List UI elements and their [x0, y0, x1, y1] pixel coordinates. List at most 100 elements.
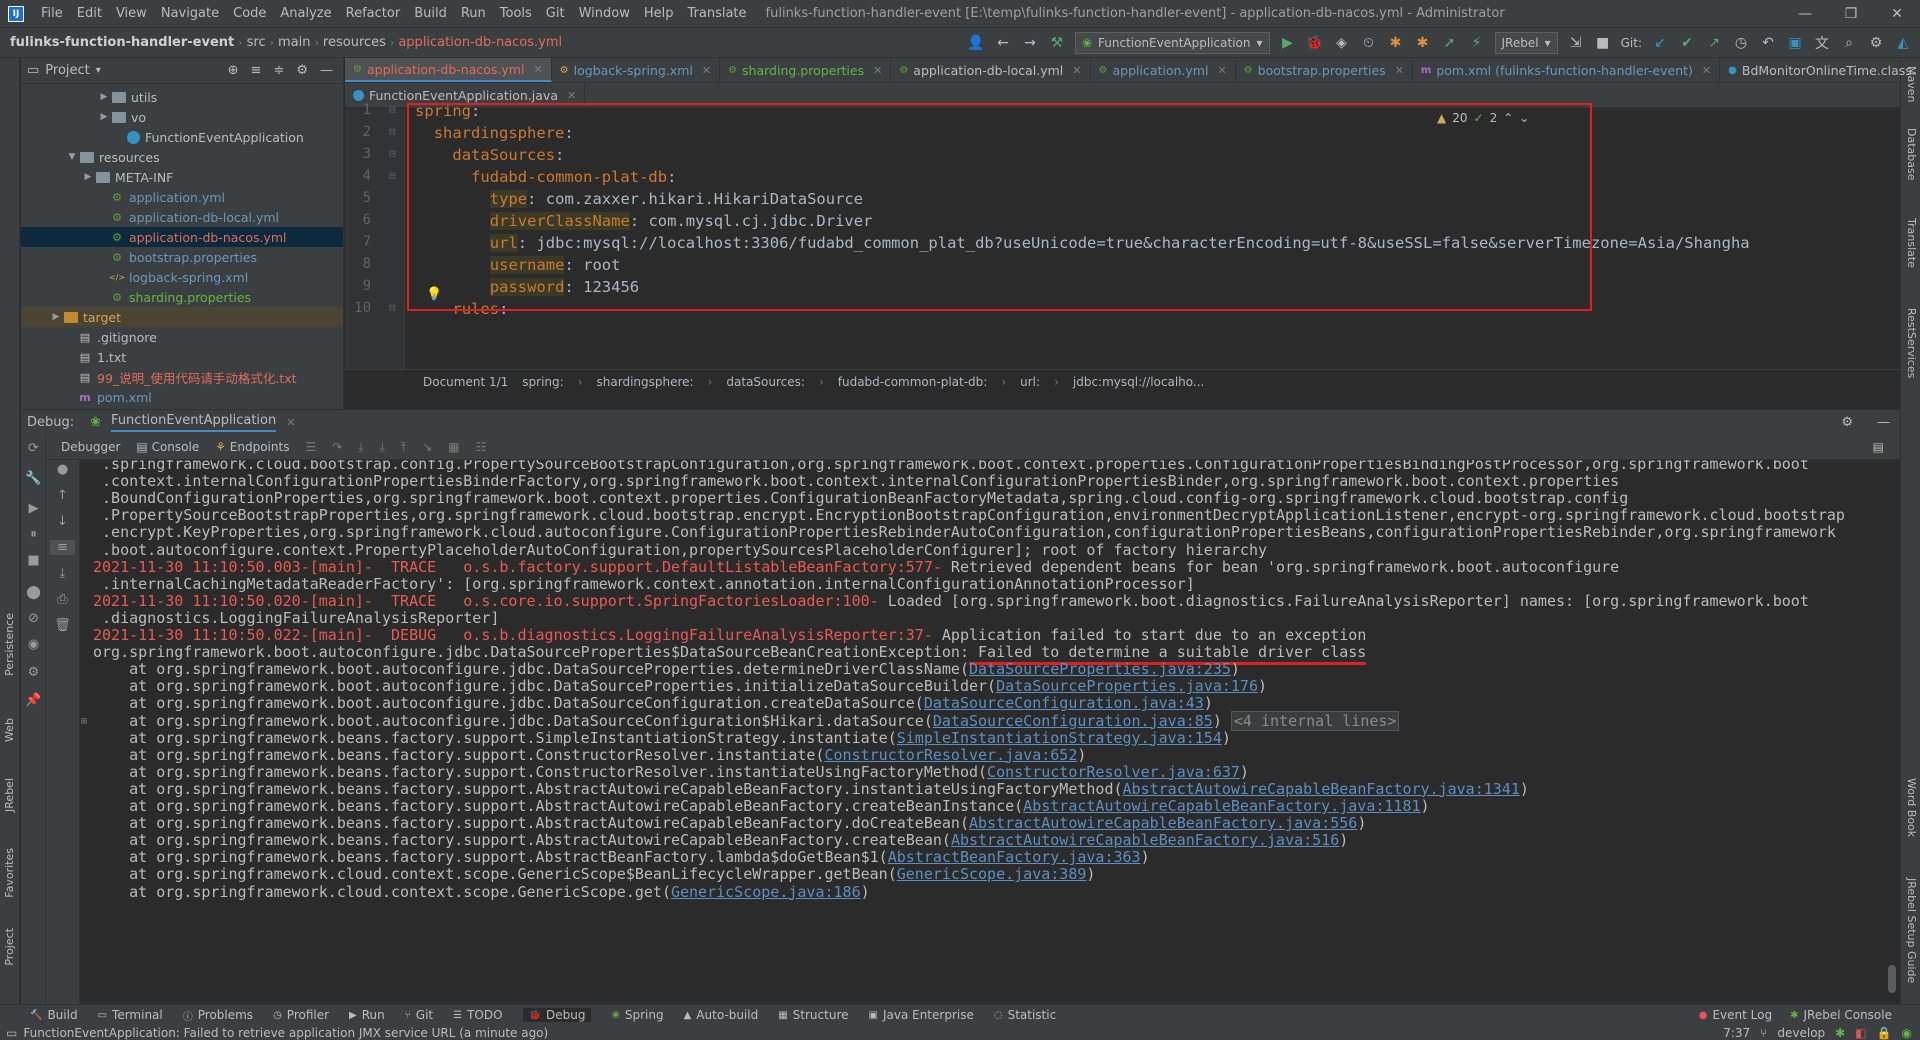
side-tab-project[interactable]: Project: [3, 928, 16, 966]
gear-icon[interactable]: ⚙: [21, 665, 46, 680]
rerun-icon[interactable]: ⟳: [21, 441, 46, 456]
stop-icon[interactable]: ■: [21, 553, 46, 568]
close-icon[interactable]: ✕: [702, 64, 711, 77]
stacktrace-link[interactable]: GenericScope.java:389: [897, 865, 1087, 883]
console-output[interactable]: .springframework.cloud.bootstrap.config.…: [81, 460, 1900, 1004]
menu-refactor[interactable]: Refactor: [339, 0, 408, 28]
tree-item[interactable]: ⚙ application-db-local.yml: [21, 207, 343, 227]
pause-icon[interactable]: ⏸: [21, 527, 46, 542]
force-step-into-icon[interactable]: ⤓: [380, 440, 385, 455]
side-tab-persistence[interactable]: Persistence: [3, 613, 16, 676]
fold-marker-icon[interactable]: ⊟: [389, 169, 396, 182]
editor-breadcrumb-item[interactable]: Document 1/1: [423, 375, 508, 389]
forward-arrow-icon[interactable]: →: [1021, 35, 1039, 51]
fold-marker-icon[interactable]: ⊟: [389, 147, 396, 160]
hide-icon[interactable]: —: [320, 63, 333, 78]
tab-endpoints[interactable]: ⚘ Endpoints: [215, 440, 289, 454]
gear-icon[interactable]: ⚙: [1841, 415, 1853, 430]
menu-build[interactable]: Build: [407, 0, 454, 28]
breakpoint-icon[interactable]: ●: [50, 462, 75, 477]
status-message[interactable]: FunctionEventApplication: Failed to retr…: [23, 1026, 548, 1040]
side-tab-web[interactable]: Web: [3, 718, 16, 742]
editor-tab[interactable]: ●BdMonitorOnlineTime.class✕: [1720, 58, 1920, 82]
chevron-down-icon[interactable]: ⌄: [1519, 111, 1529, 125]
step-out-icon[interactable]: ⤒: [401, 440, 406, 455]
tree-item[interactable]: ⚙ sharding.properties: [21, 287, 343, 307]
scroll-to-end-icon[interactable]: ⤓: [50, 566, 75, 581]
side-tab-jrebel[interactable]: JRebel: [3, 778, 16, 812]
user-icon[interactable]: 👤: [967, 35, 985, 51]
menu-tools[interactable]: Tools: [493, 0, 539, 28]
soft-wrap-icon[interactable]: ≡: [50, 540, 75, 555]
jrebel-select[interactable]: JRebel ▾: [1494, 32, 1558, 54]
inspection-widget[interactable]: ▲ 20 ✓ 2 ⌃ ⌄: [1437, 111, 1529, 125]
step-over-icon[interactable]: ↷: [332, 440, 342, 454]
menu-run[interactable]: Run: [454, 0, 493, 28]
build-hammer-icon[interactable]: ⚒: [1048, 35, 1066, 51]
window-icon[interactable]: ▣: [1786, 35, 1804, 51]
trace-icon[interactable]: ☷: [476, 440, 487, 454]
jrebel-debug-icon[interactable]: ✱: [1414, 35, 1432, 51]
camera-icon[interactable]: ◉: [21, 637, 46, 652]
close-icon[interactable]: ✕: [567, 89, 576, 102]
stacktrace-link[interactable]: GenericScope.java:186: [671, 883, 861, 901]
tool-window-problems[interactable]: ⓘ Problems: [183, 1008, 253, 1023]
locate-icon[interactable]: ⊕: [228, 63, 239, 78]
menu-icon[interactable]: ☰: [305, 440, 316, 454]
fold-marker-icon[interactable]: ⊟: [389, 125, 396, 138]
tool-window-auto-build[interactable]: ▲ Auto-build: [684, 1008, 759, 1022]
restore-button[interactable]: ❐: [1828, 0, 1874, 28]
editor-breadcrumb-item[interactable]: url:: [1020, 375, 1040, 389]
close-icon[interactable]: ✕: [1395, 64, 1404, 77]
tool-window-run[interactable]: ▶ Run: [349, 1008, 385, 1022]
minimize-button[interactable]: —: [1782, 0, 1828, 28]
side-tab-jrebel-setup-guide[interactable]: JRebel Setup Guide: [1905, 878, 1918, 983]
history-icon[interactable]: ◷: [1732, 35, 1750, 51]
tool-window-build[interactable]: 🔨 Build: [30, 1008, 78, 1022]
up-arrow-icon[interactable]: ↑: [50, 488, 75, 503]
chevron-up-icon[interactable]: ⌃: [1503, 111, 1513, 125]
menu-file[interactable]: File: [34, 0, 70, 28]
tree-item[interactable]: </> logback-spring.xml: [21, 267, 343, 287]
pin-icon[interactable]: 📌: [21, 693, 46, 708]
gear-icon[interactable]: ⚙: [296, 63, 308, 78]
tool-window-terminal[interactable]: ▭ Terminal: [98, 1008, 163, 1022]
breadcrumb-project[interactable]: fulinks-function-handler-event: [0, 35, 238, 50]
chevron-right-icon[interactable]: ▶: [81, 172, 95, 182]
jrebel-update-icon[interactable]: ➚: [1441, 35, 1459, 51]
trash-icon[interactable]: 🗑: [50, 618, 75, 633]
menu-help[interactable]: Help: [637, 0, 681, 28]
tree-item[interactable]: ⚙ application.yml: [21, 187, 343, 207]
gear-icon[interactable]: ⚙: [1867, 35, 1885, 51]
side-tab-database[interactable]: Database: [1905, 128, 1918, 181]
breadcrumb-resources[interactable]: resources: [319, 35, 390, 50]
jrebel-status-icon[interactable]: ✱: [1835, 1026, 1845, 1040]
fold-marker-icon[interactable]: ⊟: [389, 103, 396, 116]
tree-item[interactable]: ▤ .gitignore: [21, 327, 343, 347]
internal-lines-fold[interactable]: <4 internal lines>: [1230, 710, 1400, 731]
console-scrollbar[interactable]: [1888, 965, 1896, 993]
chevron-right-icon[interactable]: ▶: [49, 312, 63, 322]
breadcrumb-src[interactable]: src: [243, 35, 270, 50]
editor-tab[interactable]: ⚙ sharding.properties ✕: [720, 58, 892, 82]
run-icon[interactable]: ▶: [1279, 35, 1297, 51]
debug-icon[interactable]: 🐞: [1306, 35, 1324, 51]
code-area[interactable]: 1 ⊟ spring: 2 ⊟ shardingsphere: 3 ⊟ dataSources:…: [345, 102, 1900, 369]
chevron-right-icon[interactable]: ▶: [97, 92, 111, 102]
tool-window-git[interactable]: ⑂ Git: [405, 1008, 433, 1022]
chevron-right-icon[interactable]: ▶: [97, 112, 111, 122]
breadcrumb-file[interactable]: application-db-nacos.yml: [394, 35, 566, 50]
menu-navigate[interactable]: Navigate: [154, 0, 226, 28]
update-icon[interactable]: ◉: [1902, 1026, 1912, 1040]
tree-item[interactable]: ▤ 99_说明_使用代码请手动格式化.txt: [21, 367, 343, 387]
debug-config-tab[interactable]: FunctionEventApplication: [111, 413, 277, 432]
breadcrumb-main[interactable]: main: [274, 35, 314, 50]
lock-icon[interactable]: 🔒: [1877, 1026, 1892, 1040]
rollback-icon[interactable]: ↶: [1759, 35, 1777, 51]
menu-code[interactable]: Code: [226, 0, 273, 28]
profile-icon[interactable]: ⏲: [1360, 35, 1378, 51]
side-tab-restservices[interactable]: RestServices: [1905, 308, 1918, 378]
chevron-down-icon[interactable]: ▾: [96, 65, 101, 76]
editor-tab[interactable]: ⚙ application-db-nacos.yml ✕: [345, 58, 552, 82]
mute-breakpoints-icon[interactable]: ⊘: [21, 611, 46, 626]
